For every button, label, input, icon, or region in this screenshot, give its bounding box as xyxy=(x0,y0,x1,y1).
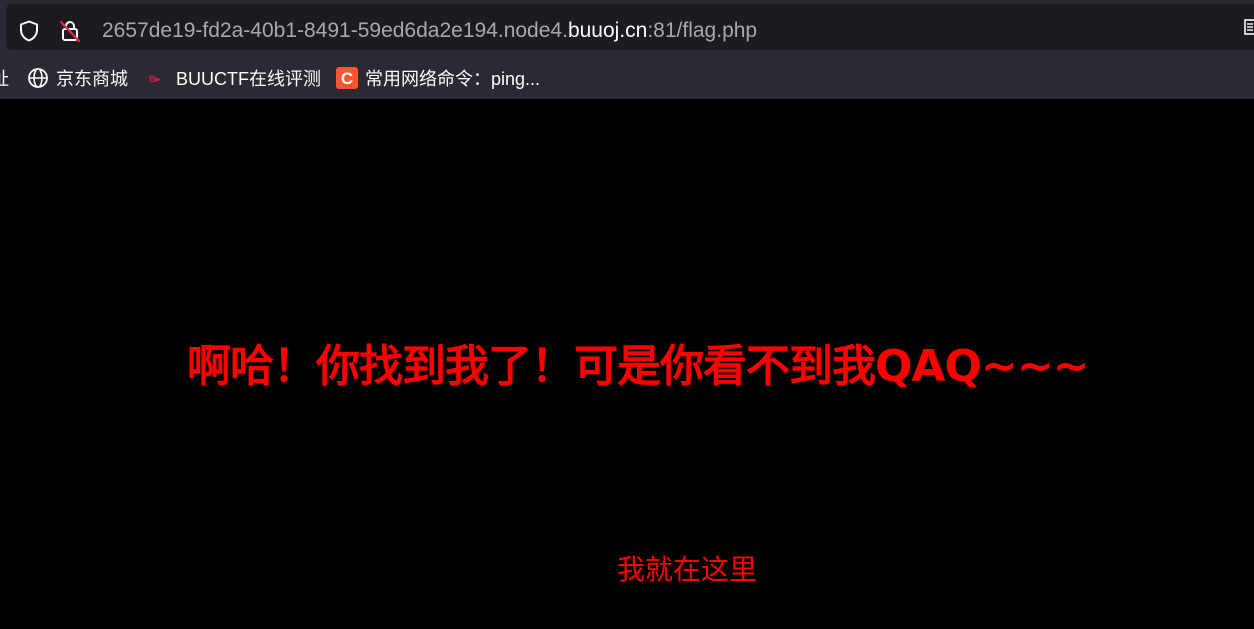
browser-chrome: 2657de19-fd2a-40b1-8491-59ed6da2e194.nod… xyxy=(0,0,1254,99)
hidden-note-text: 我就在这里 xyxy=(617,553,758,586)
bookmark-label: BUUCTF在线评测 xyxy=(176,68,321,89)
bookmark-partial[interactable]: 址 xyxy=(0,56,9,99)
page-headline: 啊哈！你找到我了！可是你看不到我QAQ~~~ xyxy=(187,341,1089,392)
page-content: 啊哈！你找到我了！可是你看不到我QAQ~~~ 我就在这里 xyxy=(0,99,1254,629)
address-bar[interactable]: 2657de19-fd2a-40b1-8491-59ed6da2e194.nod… xyxy=(6,4,1254,50)
globe-icon xyxy=(28,67,48,88)
bookmarks-toolbar: 址 京东商城 B▸ BUUCTF在线评测 C 常用网络命令：ping... xyxy=(0,56,1254,99)
svg-text:B▸: B▸ xyxy=(149,74,160,84)
navigation-toolbar: 2657de19-fd2a-40b1-8491-59ed6da2e194.nod… xyxy=(0,0,1254,56)
bookmark-label: 京东商城 xyxy=(56,68,128,89)
bookmark-buuctf[interactable]: B▸ BUUCTF在线评测 xyxy=(147,56,321,99)
reader-view-icon[interactable] xyxy=(1244,18,1254,36)
bookmark-label: 常用网络命令：ping... xyxy=(365,68,541,89)
svg-text:C: C xyxy=(341,69,353,88)
csdn-c-icon: C xyxy=(336,66,358,89)
bookmark-label: 址 xyxy=(0,65,9,91)
buuctf-favicon: B▸ xyxy=(149,74,160,84)
insecure-lock-icon[interactable] xyxy=(58,19,82,43)
bookmark-jd[interactable]: 京东商城 xyxy=(27,56,128,99)
url-host: buuoj.cn xyxy=(567,19,648,42)
shield-icon[interactable] xyxy=(17,19,41,43)
bookmark-csdn[interactable]: C 常用网络命令：ping... xyxy=(336,56,540,99)
url-prefix: 2657de19-fd2a-40b1-8491-59ed6da2e194.nod… xyxy=(102,19,568,42)
url-suffix: :81/flag.php xyxy=(647,19,758,42)
url-text[interactable]: 2657de19-fd2a-40b1-8491-59ed6da2e194.nod… xyxy=(102,17,757,45)
